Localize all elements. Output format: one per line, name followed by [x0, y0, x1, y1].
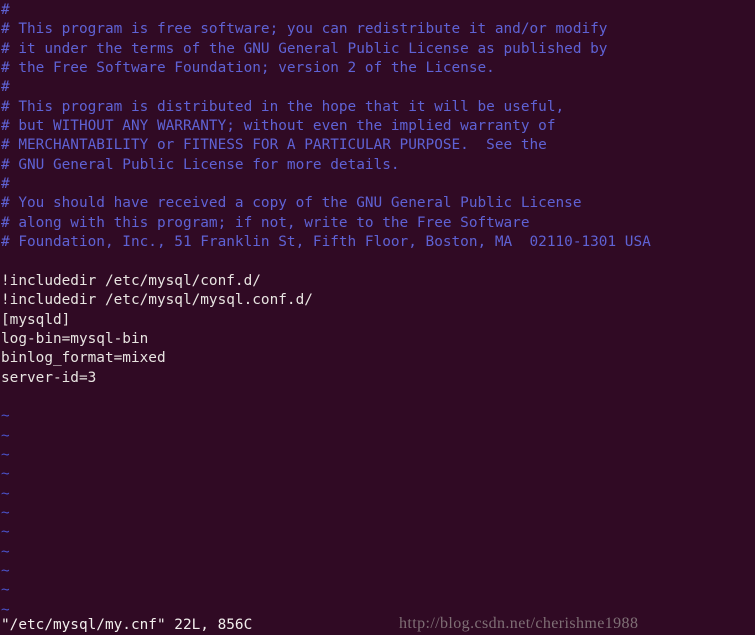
vim-filler-tilde: ~ — [1, 504, 10, 521]
vim-filler-tilde: ~ — [1, 466, 10, 483]
vim-buffer-line: # it under the terms of the GNU General … — [1, 40, 608, 57]
vim-buffer-line: # This program is distributed in the hop… — [1, 98, 565, 115]
vim-buffer-line: binlog_format=mixed — [1, 350, 166, 367]
vim-filler-tilde: ~ — [1, 485, 10, 502]
vim-filler-tilde: ~ — [1, 524, 10, 541]
vim-buffer-line: [mysqld] — [1, 311, 71, 328]
vim-buffer-line: # This program is free software; you can… — [1, 21, 608, 38]
vim-buffer-line: # MERCHANTABILITY or FITNESS FOR A PARTI… — [1, 137, 547, 154]
vim-buffer-line: !includedir /etc/mysql/conf.d/ — [1, 272, 261, 289]
vim-buffer-line: # You should have received a copy of the… — [1, 195, 582, 212]
vim-buffer-line: # along with this program; if not, write… — [1, 214, 530, 231]
vim-buffer-line: # the Free Software Foundation; version … — [1, 60, 495, 77]
vim-filler-tilde: ~ — [1, 562, 10, 579]
vim-text-buffer[interactable]: # # This program is free software; you ca… — [0, 1, 755, 620]
vim-buffer-line: server-id=3 — [1, 369, 97, 386]
vim-buffer-line: log-bin=mysql-bin — [1, 330, 149, 347]
vim-buffer-line — [0, 252, 755, 271]
vim-buffer-line: !includedir /etc/mysql/mysql.conf.d/ — [1, 292, 313, 309]
vim-status-line: "/etc/mysql/my.cnf" 22L, 856C — [1, 617, 253, 633]
vim-filler-tilde: ~ — [1, 408, 10, 425]
vim-buffer-line: # Foundation, Inc., 51 Franklin St, Fift… — [1, 234, 651, 251]
vim-filler-tilde: ~ — [1, 427, 10, 444]
terminal-window[interactable]: # # This program is free software; you ca… — [0, 0, 755, 635]
vim-filler-tilde: ~ — [1, 446, 10, 463]
vim-filler-tilde: ~ — [1, 543, 10, 560]
vim-buffer-line: # GNU General Public License for more de… — [1, 156, 400, 173]
vim-buffer-line: # — [1, 79, 10, 96]
vim-buffer-line: # — [1, 176, 10, 193]
vim-buffer-line: # — [1, 2, 10, 18]
vim-buffer-line — [0, 388, 755, 407]
vim-filler-tilde: ~ — [1, 582, 10, 599]
vim-buffer-line: # but WITHOUT ANY WARRANTY; without even… — [1, 118, 556, 135]
